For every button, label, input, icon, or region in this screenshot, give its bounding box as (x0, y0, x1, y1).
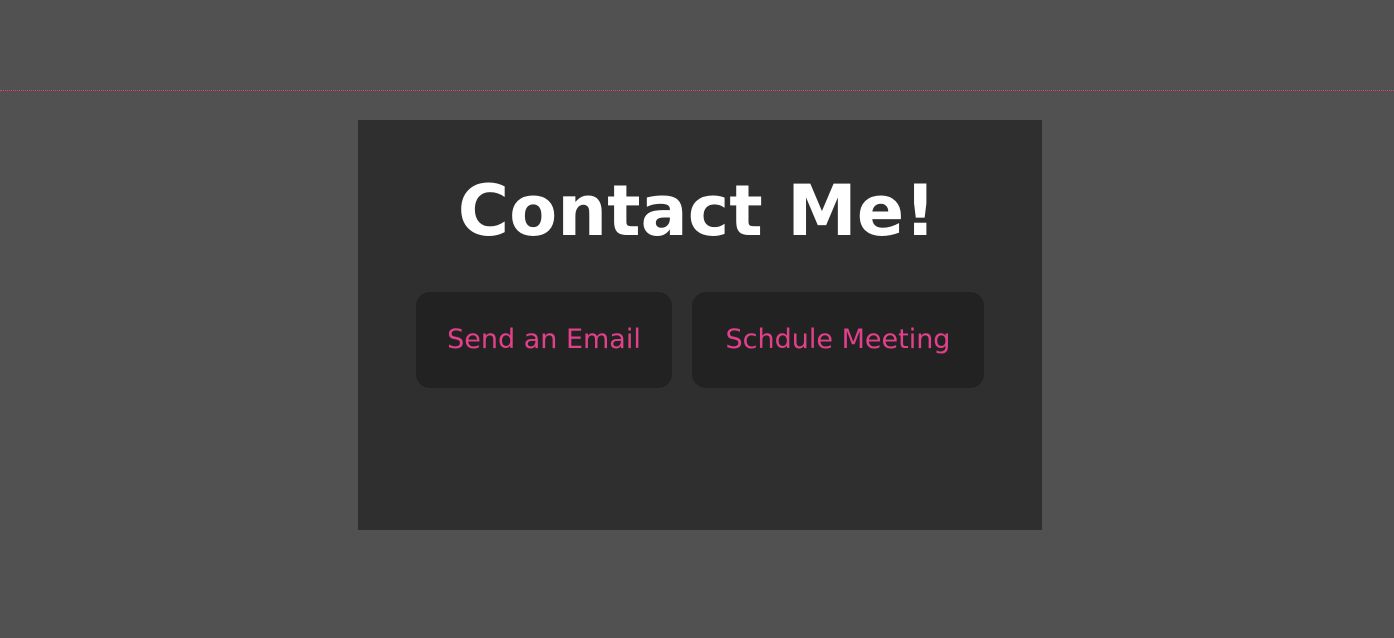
contact-title: Contact Me! (457, 170, 937, 252)
send-email-button[interactable]: Send an Email (416, 292, 672, 388)
divider-line (0, 90, 1394, 91)
schedule-meeting-button[interactable]: Schdule Meeting (692, 292, 984, 388)
